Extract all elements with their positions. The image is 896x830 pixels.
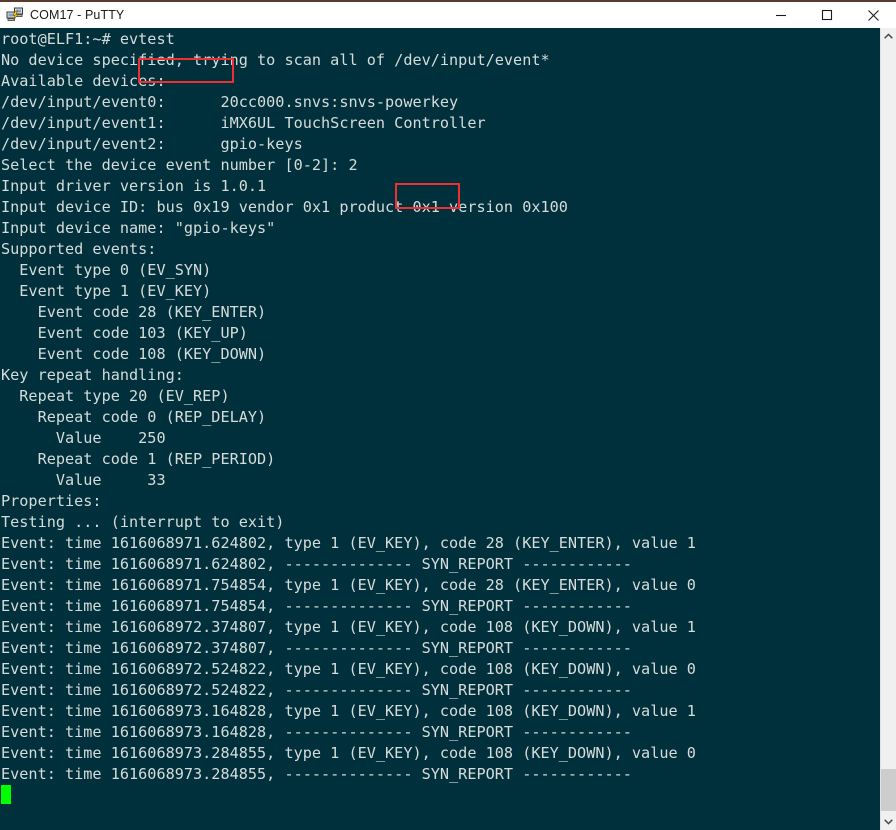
terminal-line: Value 33 [1,471,166,489]
close-button[interactable] [850,1,896,29]
maximize-button[interactable] [804,1,850,29]
terminal-cursor [1,785,11,804]
terminal-line: Repeat type 20 (EV_REP) [1,387,230,405]
terminal-line: Available devices: [1,72,166,90]
terminal-line: Event code 108 (KEY_DOWN) [1,345,267,363]
terminal-line: Event: time 1616068973.164828, type 1 (E… [1,702,696,720]
terminal-line: Select the device event number [0-2]: 2 [1,156,358,174]
terminal-line: Key repeat handling: [1,366,184,384]
terminal-line: Input driver version is 1.0.1 [1,177,267,195]
title-bar[interactable]: COM17 - PuTTY [0,0,896,28]
terminal-line: Event code 28 (KEY_ENTER) [1,303,267,321]
terminal-line: Repeat code 0 (REP_DELAY) [1,408,267,426]
terminal-line: Event: time 1616068972.374807, ---------… [1,639,632,657]
window-title: COM17 - PuTTY [30,8,125,22]
terminal-line: Repeat code 1 (REP_PERIOD) [1,450,276,468]
terminal-line: Event: time 1616068971.624802, type 1 (E… [1,534,696,552]
terminal-scrollbar[interactable] [880,28,896,830]
terminal-line: Input device ID: bus 0x19 vendor 0x1 pro… [1,198,568,216]
terminal-line: Event: time 1616068973.284855, type 1 (E… [1,744,696,762]
terminal-line: root@ELF1:~# evtest [1,30,175,48]
scrollbar-up-button[interactable] [881,28,896,45]
terminal-line: /dev/input/event2: gpio-keys [1,135,303,153]
minimize-button[interactable] [758,1,804,29]
terminal-line: Supported events: [1,240,157,258]
scrollbar-down-button[interactable] [881,813,896,830]
close-icon [867,9,879,21]
terminal-line: Event: time 1616068972.374807, type 1 (E… [1,618,696,636]
minimize-icon [776,14,786,17]
terminal-line: Event type 0 (EV_SYN) [1,261,212,279]
terminal-line: Testing ... (interrupt to exit) [1,513,285,531]
putty-window: COM17 - PuTTY root@ELF1:~# evtest No devi… [0,0,896,830]
terminal-line: Event type 1 (EV_KEY) [1,282,212,300]
terminal-line: Input device name: "gpio-keys" [1,219,276,237]
terminal-line: Event: time 1616068971.624802, ---------… [1,555,632,573]
terminal-line: Properties: [1,492,102,510]
terminal-output-area[interactable]: root@ELF1:~# evtest No device specified, … [0,28,880,830]
putty-icon [6,6,24,24]
terminal-line: Event: time 1616068971.754854, ---------… [1,597,632,615]
scrollbar-track[interactable] [881,45,896,813]
terminal-line: Event: time 1616068971.754854, type 1 (E… [1,576,696,594]
terminal-line: Event: time 1616068973.284855, ---------… [1,765,632,783]
terminal-line: Event: time 1616068972.524822, type 1 (E… [1,660,696,678]
chevron-down-icon [884,819,893,825]
maximize-icon [821,9,833,21]
terminal-line: /dev/input/event1: iMX6UL TouchScreen Co… [1,114,486,132]
scrollbar-thumb[interactable] [881,769,896,811]
terminal-line: No device specified, trying to scan all … [1,51,550,69]
terminal-line: /dev/input/event0: 20cc000.snvs:snvs-pow… [1,93,459,111]
chevron-up-icon [884,33,893,39]
terminal-line: Value 250 [1,429,166,447]
terminal-line: Event: time 1616068973.164828, ---------… [1,723,632,741]
title-bar-left: COM17 - PuTTY [0,2,758,28]
terminal-line: Event: time 1616068972.524822, ---------… [1,681,632,699]
terminal-line: Event code 103 (KEY_UP) [1,324,248,342]
terminal-text: root@ELF1:~# evtest No device specified, … [0,28,696,785]
